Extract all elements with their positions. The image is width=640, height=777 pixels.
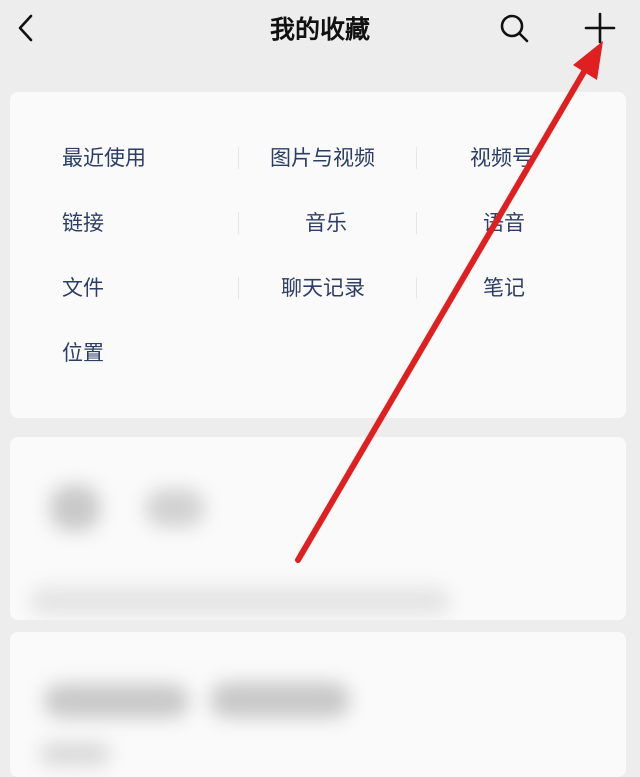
page-title: 我的收藏 xyxy=(269,15,370,44)
category-music[interactable]: 音乐 xyxy=(305,203,347,243)
add-button[interactable] xyxy=(578,8,622,48)
back-button[interactable] xyxy=(6,8,46,48)
blurred-content xyxy=(145,489,205,527)
favorite-item-blurred[interactable] xyxy=(10,632,626,777)
search-icon xyxy=(500,14,529,43)
category-location[interactable]: 位置 xyxy=(62,333,104,373)
nav-bar: 我的收藏 xyxy=(0,0,640,62)
blurred-content xyxy=(44,684,189,718)
category-voice[interactable]: 语音 xyxy=(483,203,525,243)
column-divider xyxy=(416,212,417,234)
search-button[interactable] xyxy=(494,8,534,48)
column-divider xyxy=(416,147,417,169)
column-divider xyxy=(238,277,239,299)
blurred-content xyxy=(30,587,450,615)
column-divider xyxy=(416,277,417,299)
column-divider xyxy=(238,212,239,234)
plus-icon xyxy=(584,12,616,44)
category-files[interactable]: 文件 xyxy=(62,268,104,308)
category-notes[interactable]: 笔记 xyxy=(483,268,525,308)
category-links[interactable]: 链接 xyxy=(62,203,104,243)
chevron-left-icon xyxy=(18,14,33,42)
category-photos-videos[interactable]: 图片与视频 xyxy=(270,138,375,178)
blurred-content xyxy=(40,742,110,766)
category-chat-history[interactable]: 聊天记录 xyxy=(281,268,365,308)
category-card: 最近使用 图片与视频 视频号 链接 音乐 语音 文件 聊天记录 笔记 位置 xyxy=(10,92,626,418)
blurred-content xyxy=(210,682,350,718)
category-recent[interactable]: 最近使用 xyxy=(62,138,146,178)
favorite-item-blurred[interactable] xyxy=(10,437,626,620)
blurred-content xyxy=(50,485,100,531)
column-divider xyxy=(238,147,239,169)
category-channels[interactable]: 视频号 xyxy=(470,138,533,178)
